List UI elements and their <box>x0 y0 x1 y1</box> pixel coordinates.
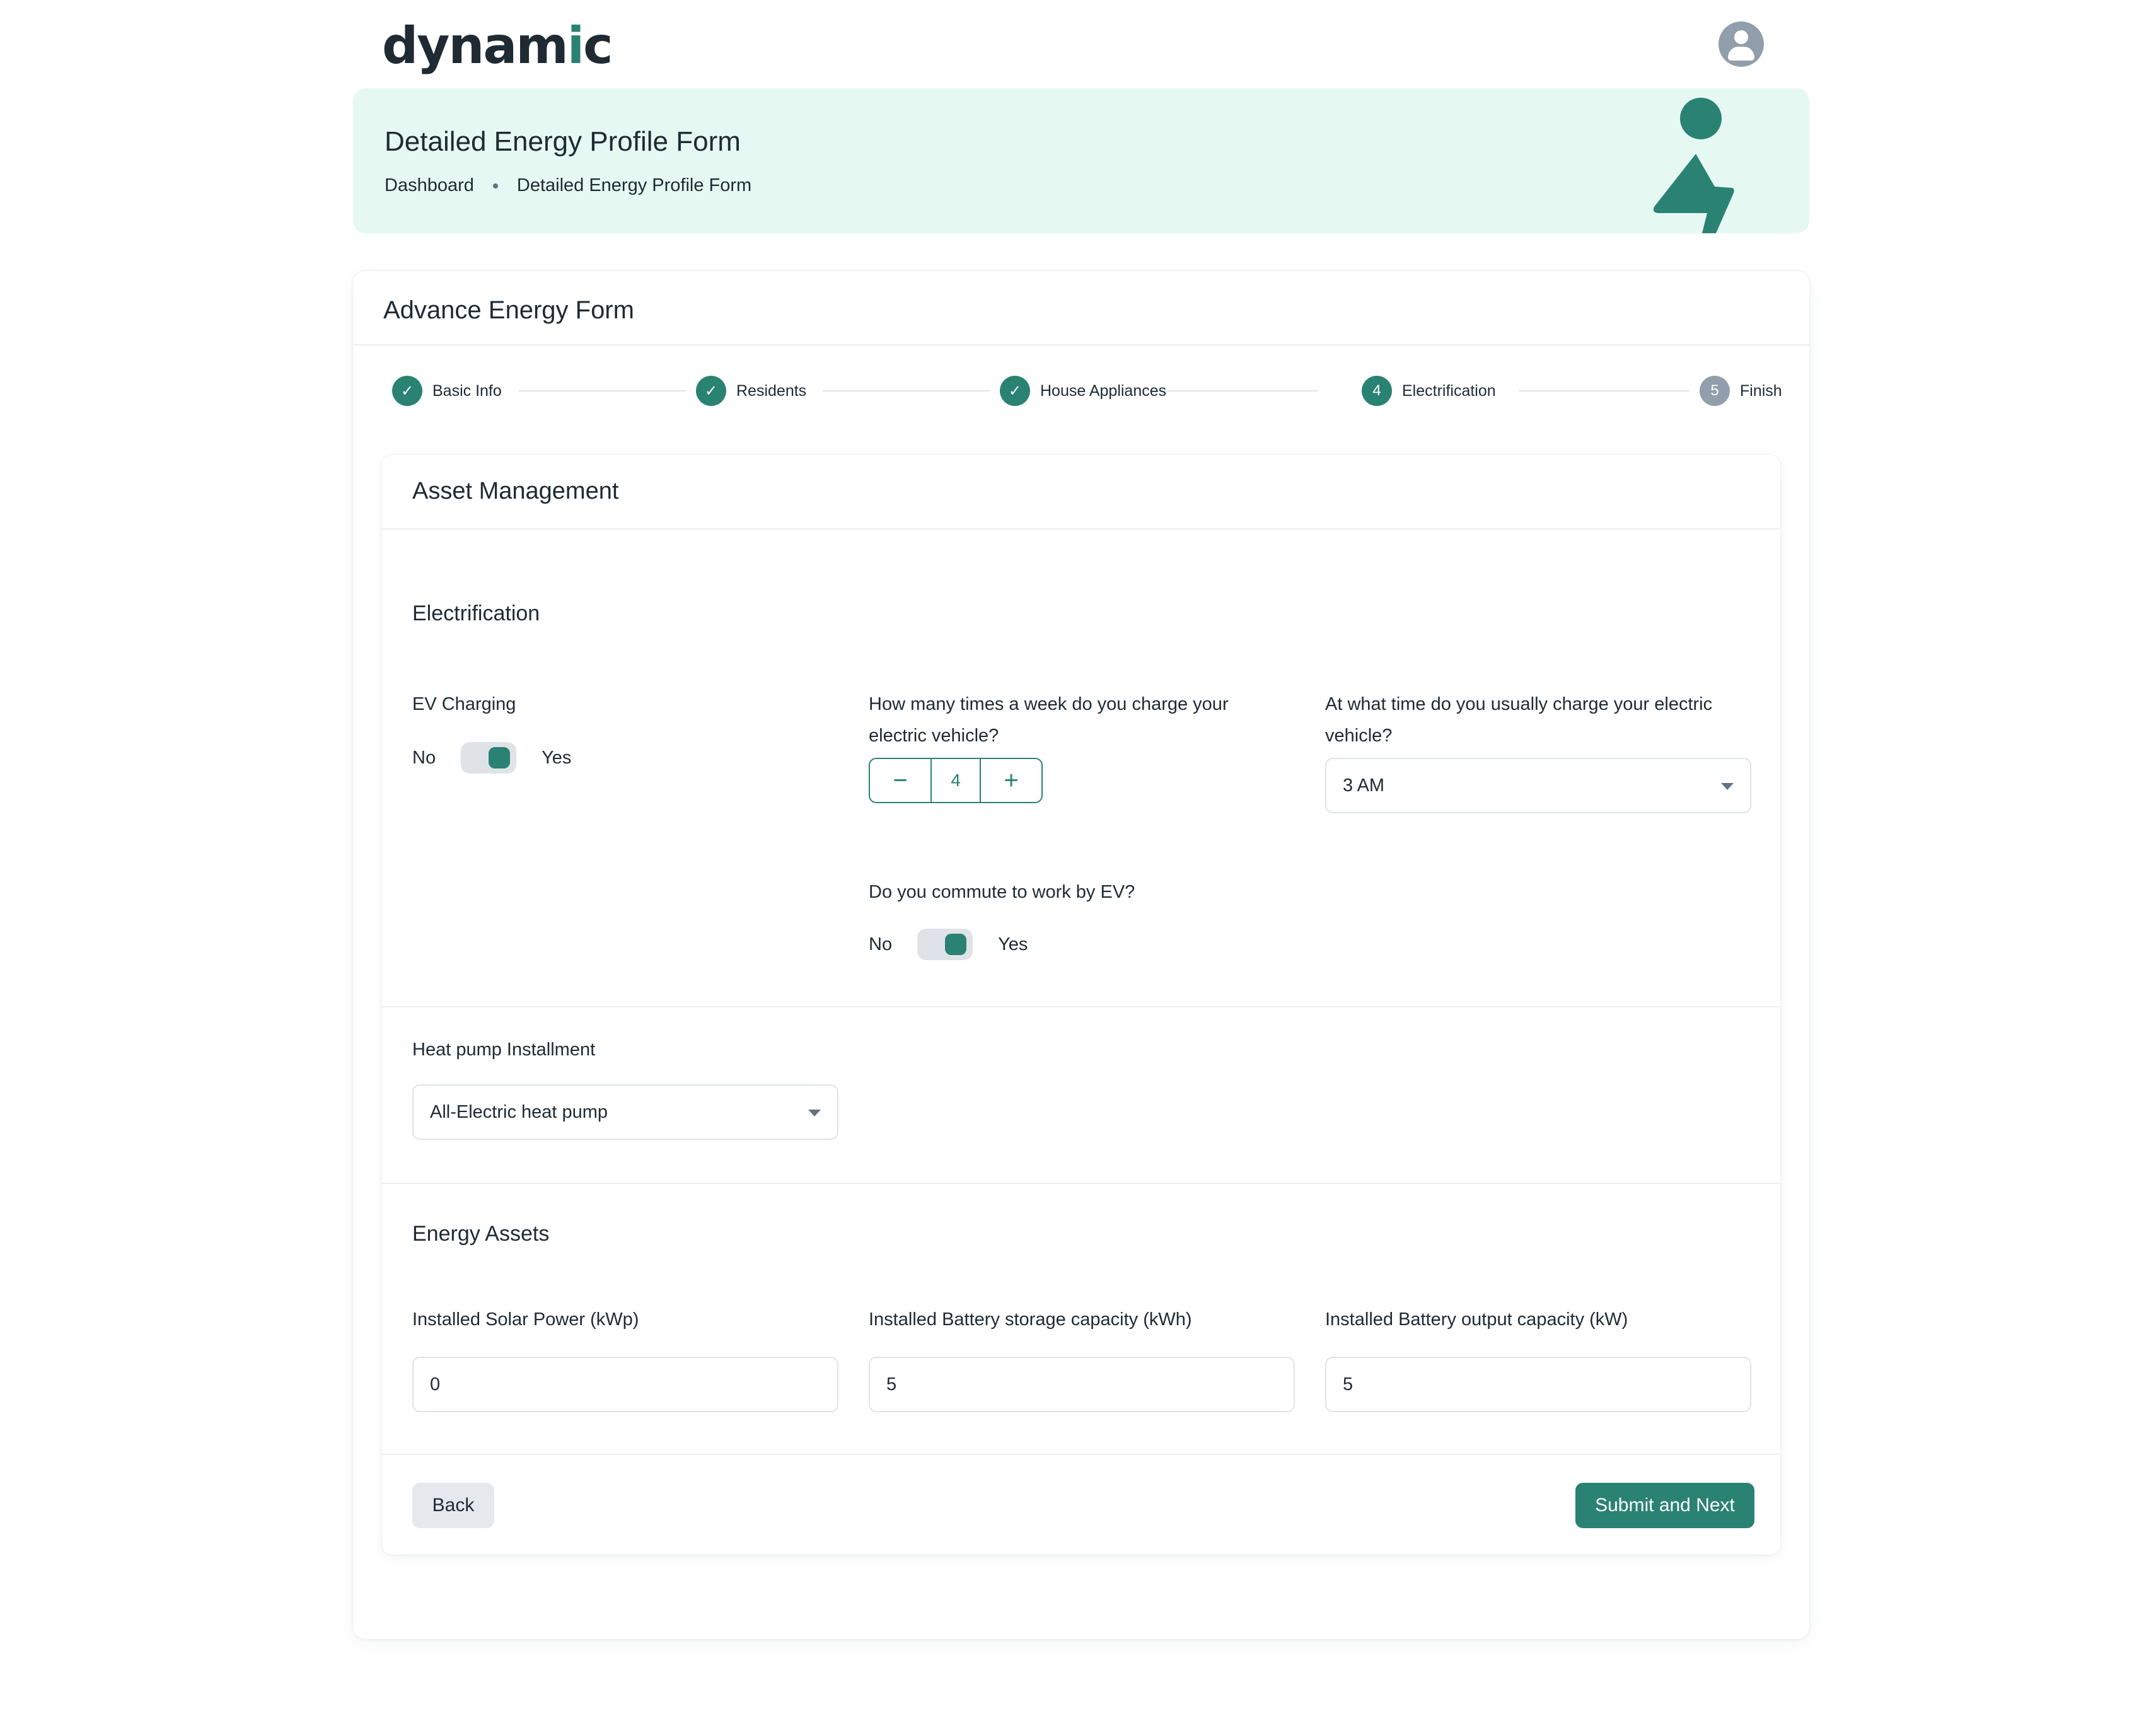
step-electrification[interactable]: 4 Electrification <box>1362 374 1496 407</box>
user-avatar-icon[interactable] <box>1718 21 1764 67</box>
energy-assets-title: Energy Assets <box>412 1222 550 1246</box>
breadcrumb-current: Detailed Energy Profile Form <box>516 175 752 195</box>
charge-time-select[interactable]: 3 AM <box>1325 758 1751 813</box>
ev-charging-toggle[interactable] <box>461 742 517 774</box>
increment-button[interactable]: + <box>981 759 1041 802</box>
chevron-down-icon <box>808 1110 821 1116</box>
step-label: Electrification <box>1402 381 1496 400</box>
card-divider <box>353 344 1809 345</box>
asset-management-card: Asset Management Electrification EV Char… <box>382 455 1780 1555</box>
solar-power-label: Installed Solar Power (kWp) <box>412 1309 639 1330</box>
toggle-knob <box>945 934 967 955</box>
heat-pump-value: All-Electric heat pump <box>430 1101 608 1122</box>
logo-text-accent: i <box>567 16 584 75</box>
submit-next-button[interactable]: Submit and Next <box>1575 1483 1754 1528</box>
toggle-on-label: Yes <box>998 934 1028 954</box>
form-stepper: ✓ Basic Info ✓ Residents ✓ House Applian… <box>392 374 1782 407</box>
charge-time-label: At what time do you usually charge your … <box>1325 688 1712 751</box>
back-button[interactable]: Back <box>412 1483 494 1528</box>
heat-pump-select[interactable]: All-Electric heat pump <box>412 1084 838 1140</box>
check-icon: ✓ <box>1000 376 1030 406</box>
label-line: How many times a week do you charge your <box>869 694 1229 714</box>
chevron-down-icon <box>1721 783 1734 790</box>
solar-power-input[interactable]: 0 <box>412 1357 838 1412</box>
stepper-connector <box>518 390 686 392</box>
page-title: Detailed Energy Profile Form <box>385 126 741 157</box>
dynamic-logo[interactable]: dynam i c <box>382 14 613 77</box>
toggle-off-label: No <box>869 934 893 954</box>
step-house-appliances[interactable]: ✓ House Appliances <box>1000 374 1166 407</box>
step-label: Finish <box>1740 381 1782 400</box>
breadcrumb: Dashboard Detailed Energy Profile Form <box>385 175 751 196</box>
step-finish[interactable]: 5 Finish <box>1700 374 1782 407</box>
commute-toggle[interactable] <box>917 929 973 960</box>
stepper-connector <box>1519 390 1689 392</box>
label-line: electric vehicle? <box>869 726 999 746</box>
commute-toggle-row: No Yes <box>869 925 1028 963</box>
heat-pump-label: Heat pump Installment <box>412 1040 596 1060</box>
commute-label: Do you commute to work by EV? <box>869 882 1135 902</box>
ev-charging-toggle-row: No Yes <box>412 739 571 777</box>
breadcrumb-separator <box>492 183 498 188</box>
section-divider <box>382 1006 1780 1007</box>
section-divider <box>382 1454 1780 1455</box>
label-line: At what time do you usually charge your … <box>1325 694 1713 714</box>
section-divider <box>382 1183 1780 1184</box>
battery-output-label: Installed Battery output capacity (kW) <box>1325 1309 1628 1330</box>
toggle-on-label: Yes <box>542 747 572 768</box>
stepper-connector <box>1145 390 1318 392</box>
step-number: 4 <box>1362 376 1392 406</box>
battery-output-input[interactable]: 5 <box>1325 1357 1751 1412</box>
page-header-banner: Detailed Energy Profile Form Dashboard D… <box>353 88 1809 233</box>
toggle-off-label: No <box>412 747 436 768</box>
top-bar: dynam i c <box>353 0 1809 88</box>
step-residents[interactable]: ✓ Residents <box>696 374 806 407</box>
step-basic-info[interactable]: ✓ Basic Info <box>392 374 502 407</box>
charge-frequency-stepper: − 4 + <box>869 758 1043 803</box>
charge-time-value: 3 AM <box>1343 775 1385 796</box>
battery-storage-input[interactable]: 5 <box>869 1357 1295 1412</box>
advance-energy-form-card: Advance Energy Form ✓ Basic Info ✓ Resid… <box>353 271 1809 1639</box>
label-line: vehicle? <box>1325 726 1393 746</box>
logo-text-pre: dynam <box>382 16 569 75</box>
avatar-body <box>1728 47 1754 61</box>
stepper-connector <box>822 390 990 392</box>
step-label: House Appliances <box>1040 381 1167 400</box>
breadcrumb-dashboard[interactable]: Dashboard <box>385 175 474 196</box>
ev-charging-label: EV Charging <box>412 694 516 714</box>
form-title: Asset Management <box>412 478 619 504</box>
charge-frequency-label: How many times a week do you charge your… <box>869 688 1229 751</box>
electrification-title: Electrification <box>412 601 540 625</box>
step-label: Basic Info <box>432 381 502 400</box>
decrement-button[interactable]: − <box>870 759 930 802</box>
card-title: Advance Energy Form <box>383 296 634 324</box>
section-divider <box>382 528 1780 530</box>
logo-text-post: c <box>583 16 613 75</box>
avatar-head <box>1734 30 1748 44</box>
step-number: 5 <box>1700 376 1730 406</box>
energy-person-icon <box>1653 98 1734 233</box>
toggle-knob <box>489 747 511 768</box>
check-icon: ✓ <box>696 376 726 406</box>
check-icon: ✓ <box>392 376 422 406</box>
step-label: Residents <box>736 381 807 400</box>
battery-storage-label: Installed Battery storage capacity (kWh) <box>869 1309 1192 1330</box>
charge-frequency-value[interactable]: 4 <box>930 759 981 802</box>
